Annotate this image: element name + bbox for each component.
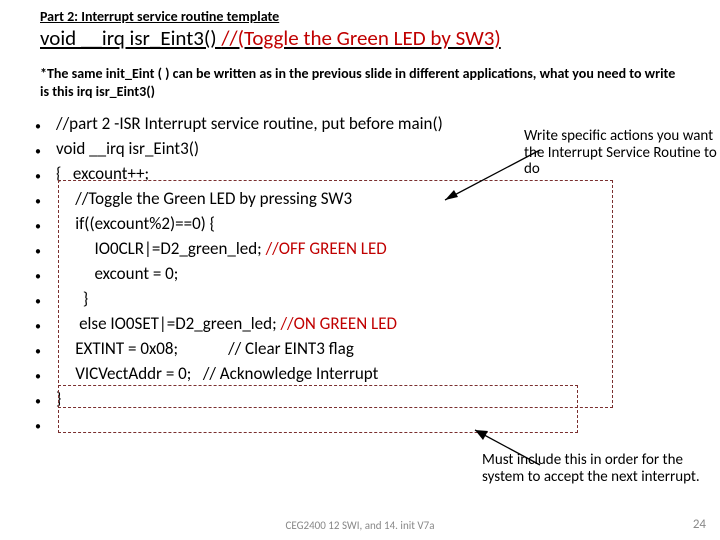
slide: Part 2: Interrupt service routine templa… bbox=[0, 0, 720, 540]
code-l9b: //ON GREEN LED bbox=[280, 313, 397, 334]
subtitle: *The same init_Eint ( ) can be written a… bbox=[40, 65, 680, 101]
code-l9a: else IO0SET|=D2_green_led; bbox=[79, 313, 280, 334]
code-l4: //Toggle the Green LED by pressing SW3 bbox=[75, 188, 352, 209]
code-l6b: //OFF GREEN LED bbox=[266, 238, 387, 259]
code-l10a: EXTINT = 0x08; bbox=[75, 338, 178, 359]
code-l10b: // Clear EINT3 flag bbox=[228, 338, 354, 359]
code-l12: } bbox=[56, 388, 61, 409]
part-label: Part 2: Interrupt service routine templa… bbox=[40, 8, 680, 25]
code-l6a: IO0CLR|=D2_green_led; bbox=[94, 238, 265, 259]
code-l5: if((excount%2)==0) { bbox=[75, 213, 215, 234]
code-l3b: excount++; bbox=[73, 163, 149, 184]
annotation-must-include: Must include this in order for the syste… bbox=[482, 452, 720, 487]
code-l11a: VICVectAddr = 0; bbox=[75, 363, 191, 384]
code-l7: excount = 0; bbox=[94, 263, 178, 284]
title-comment: //(Toggle the Green LED by SW3) bbox=[221, 25, 500, 51]
code-block: //part 2 -ISR Interrupt service routine,… bbox=[54, 111, 443, 411]
code-l2: void __irq isr_Eint3() bbox=[56, 138, 199, 159]
code-l1: //part 2 -ISR Interrupt service routine,… bbox=[56, 113, 443, 134]
title-code: void __irq isr_Eint3() bbox=[40, 25, 221, 51]
annotation-actions: Write specific actions you want the Inte… bbox=[524, 128, 720, 178]
code-l3a: { bbox=[56, 163, 61, 184]
footer-text: CEG2400 12 SWI, and 14. init V7a bbox=[0, 519, 720, 532]
bullet-column: ••••••••••••• bbox=[35, 115, 41, 440]
code-l11b: // Acknowledge Interrupt bbox=[203, 363, 379, 384]
code-l8: } bbox=[83, 288, 88, 309]
slide-number: 24 bbox=[693, 517, 706, 532]
slide-title: void __irq isr_Eint3() //(Toggle the Gre… bbox=[40, 25, 680, 51]
